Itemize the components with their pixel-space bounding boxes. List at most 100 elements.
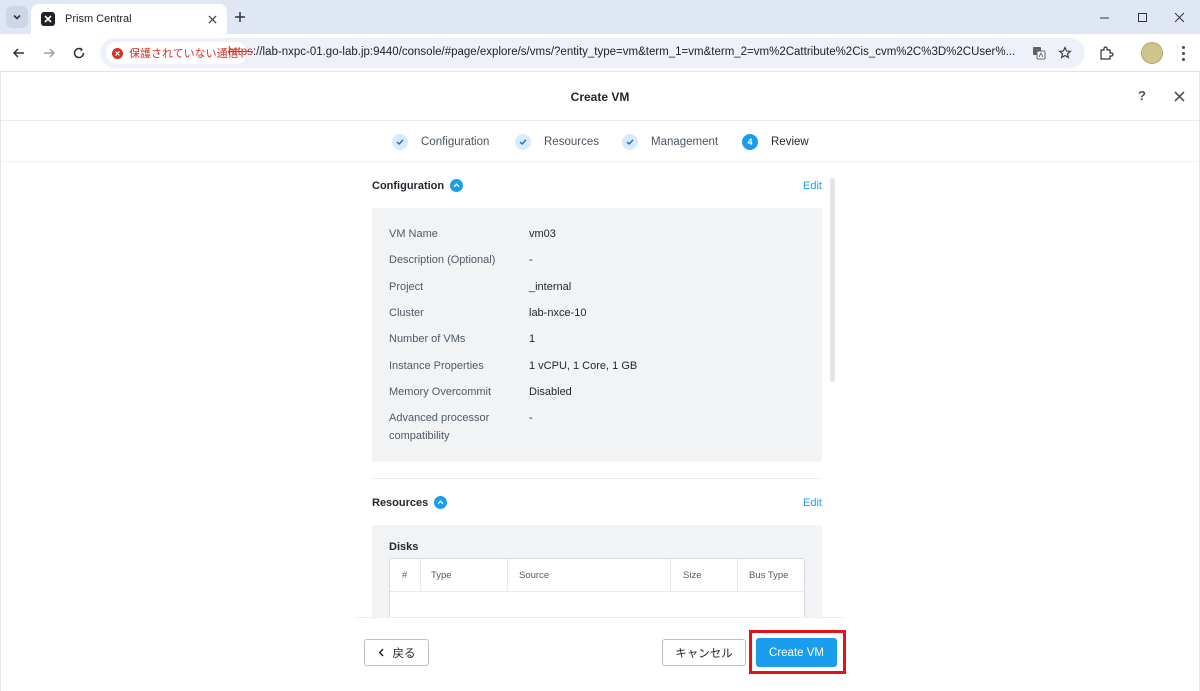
modal-close-icon[interactable] <box>1172 89 1186 103</box>
cancel-button-label: キャンセル <box>675 647 733 660</box>
summary-key: Instance Properties <box>389 360 484 372</box>
resources-summary: Disks # Type Source Size Bus Type <box>372 525 822 617</box>
warning-icon <box>112 47 123 59</box>
step-label: Management <box>651 136 719 148</box>
arrow-left-icon <box>12 48 24 58</box>
maximize-button[interactable] <box>1133 8 1151 26</box>
window-close-button[interactable] <box>1170 8 1188 26</box>
summary-value: lab-nxce-10 <box>529 307 587 319</box>
section-title: Configuration <box>372 180 445 192</box>
column-header: # <box>402 570 408 581</box>
back-button-label: 戻る <box>392 647 416 660</box>
summary-key: VM Name <box>389 228 438 240</box>
configuration-edit-link[interactable]: Edit <box>803 180 822 192</box>
arrow-right-icon <box>44 48 56 58</box>
summary-key: Project <box>389 281 424 293</box>
browser-tab-strip: Prism Central <box>0 0 1200 34</box>
check-icon <box>622 134 638 150</box>
summary-value: vm03 <box>529 228 556 240</box>
step-label: Resources <box>544 136 599 148</box>
column-divider <box>670 559 671 592</box>
browser-tab[interactable]: Prism Central <box>31 4 227 34</box>
chevron-left-icon <box>378 648 384 657</box>
step-label: Review <box>771 136 809 148</box>
footer-divider <box>355 617 845 618</box>
summary-value: _internal <box>529 281 572 293</box>
back-nav-button[interactable] <box>10 44 28 62</box>
tab-search-button[interactable] <box>6 6 28 28</box>
section-divider <box>372 478 822 479</box>
resources-edit-link[interactable]: Edit <box>803 497 822 509</box>
check-icon <box>392 134 408 150</box>
review-content[interactable]: Configuration Edit VM Name vm03 Descript… <box>0 162 1200 617</box>
summary-value: Disabled <box>529 386 572 398</box>
section-title: Resources <box>372 497 429 509</box>
bookmark-star-icon[interactable] <box>1057 45 1073 61</box>
summary-key: Memory Overcommit <box>389 386 492 398</box>
modal-header: Create VM ? <box>0 72 1200 121</box>
column-header: Source <box>519 570 550 581</box>
disks-title: Disks <box>389 541 419 553</box>
new-tab-button[interactable] <box>232 9 248 25</box>
help-icon[interactable]: ? <box>1135 88 1149 103</box>
summary-key: Advanced processor compatibility <box>389 412 490 442</box>
step-resources[interactable]: Resources <box>515 133 599 151</box>
chevron-up-icon[interactable] <box>450 179 463 192</box>
close-icon <box>1174 12 1184 22</box>
minimize-icon <box>1099 17 1109 18</box>
check-icon <box>515 134 531 150</box>
security-chip-label: 保護されていない通信 <box>129 48 239 60</box>
modal-title: Create VM <box>570 90 630 104</box>
address-bar[interactable]: 保護されていない通信 https://lab-nxpc-01.go-lab.jp… <box>100 38 1085 68</box>
maximize-icon <box>1137 12 1147 22</box>
chevron-down-icon <box>13 14 21 20</box>
create-vm-button[interactable]: Create VM <box>756 638 837 667</box>
configuration-section-header: Configuration Edit <box>372 178 822 196</box>
reload-button[interactable] <box>70 44 88 62</box>
back-button[interactable]: 戻る <box>364 639 429 666</box>
column-header: Size <box>683 570 702 581</box>
browser-menu-icon[interactable] <box>1175 44 1191 62</box>
summary-value: 1 <box>529 333 536 345</box>
url-path: ://lab-nxpc-01.go-lab.jp:9440/console/#p… <box>252 46 1016 58</box>
plus-icon <box>235 12 245 22</box>
column-divider <box>737 559 738 592</box>
create-vm-button-label: Create VM <box>769 646 824 659</box>
browser-toolbar: 保護されていない通信 https://lab-nxpc-01.go-lab.jp… <box>0 34 1200 72</box>
summary-value: 1 vCPU, 1 Core, 1 GB <box>529 360 638 372</box>
chevron-up-icon[interactable] <box>434 496 447 509</box>
step-number-badge: 4 <box>742 134 758 150</box>
prism-favicon-icon <box>41 12 55 26</box>
modal-footer: 戻る キャンセル Create VM <box>0 617 1200 691</box>
column-divider <box>420 559 421 592</box>
tab-close-icon[interactable] <box>205 12 219 26</box>
column-header: Bus Type <box>749 570 789 581</box>
url-text: https://lab-nxpc-01.go-lab.jp:9440/conso… <box>228 46 1018 58</box>
step-management[interactable]: Management <box>622 133 718 151</box>
forward-nav-button[interactable] <box>40 44 58 62</box>
translate-icon[interactable] <box>1031 45 1047 61</box>
reload-icon <box>73 47 85 59</box>
configuration-summary: VM Name vm03 Description (Optional) - Pr… <box>372 208 822 462</box>
security-chip[interactable]: 保護されていない通信 <box>106 42 247 64</box>
minimize-button[interactable] <box>1095 8 1113 26</box>
step-review[interactable]: 4 Review <box>742 133 809 151</box>
cancel-button[interactable]: キャンセル <box>662 639 746 666</box>
summary-key: Cluster <box>389 307 424 319</box>
wizard-stepper: Configuration Resources Management 4 Rev… <box>0 121 1200 162</box>
column-divider <box>507 559 508 592</box>
scrollbar[interactable] <box>830 178 835 382</box>
summary-value: - <box>529 254 533 266</box>
summary-value: - <box>529 412 533 424</box>
column-header: Type <box>431 570 452 581</box>
step-configuration[interactable]: Configuration <box>392 133 489 151</box>
disks-table-header: # Type Source Size Bus Type <box>390 559 804 592</box>
disks-table: # Type Source Size Bus Type <box>389 558 805 617</box>
url-scheme: https <box>228 46 253 58</box>
profile-avatar[interactable] <box>1141 42 1163 64</box>
step-label: Configuration <box>421 136 490 148</box>
extensions-icon[interactable] <box>1097 44 1115 62</box>
tab-title: Prism Central <box>65 13 132 25</box>
resources-section-header: Resources Edit <box>372 495 822 513</box>
summary-key: Description (Optional) <box>389 254 496 266</box>
